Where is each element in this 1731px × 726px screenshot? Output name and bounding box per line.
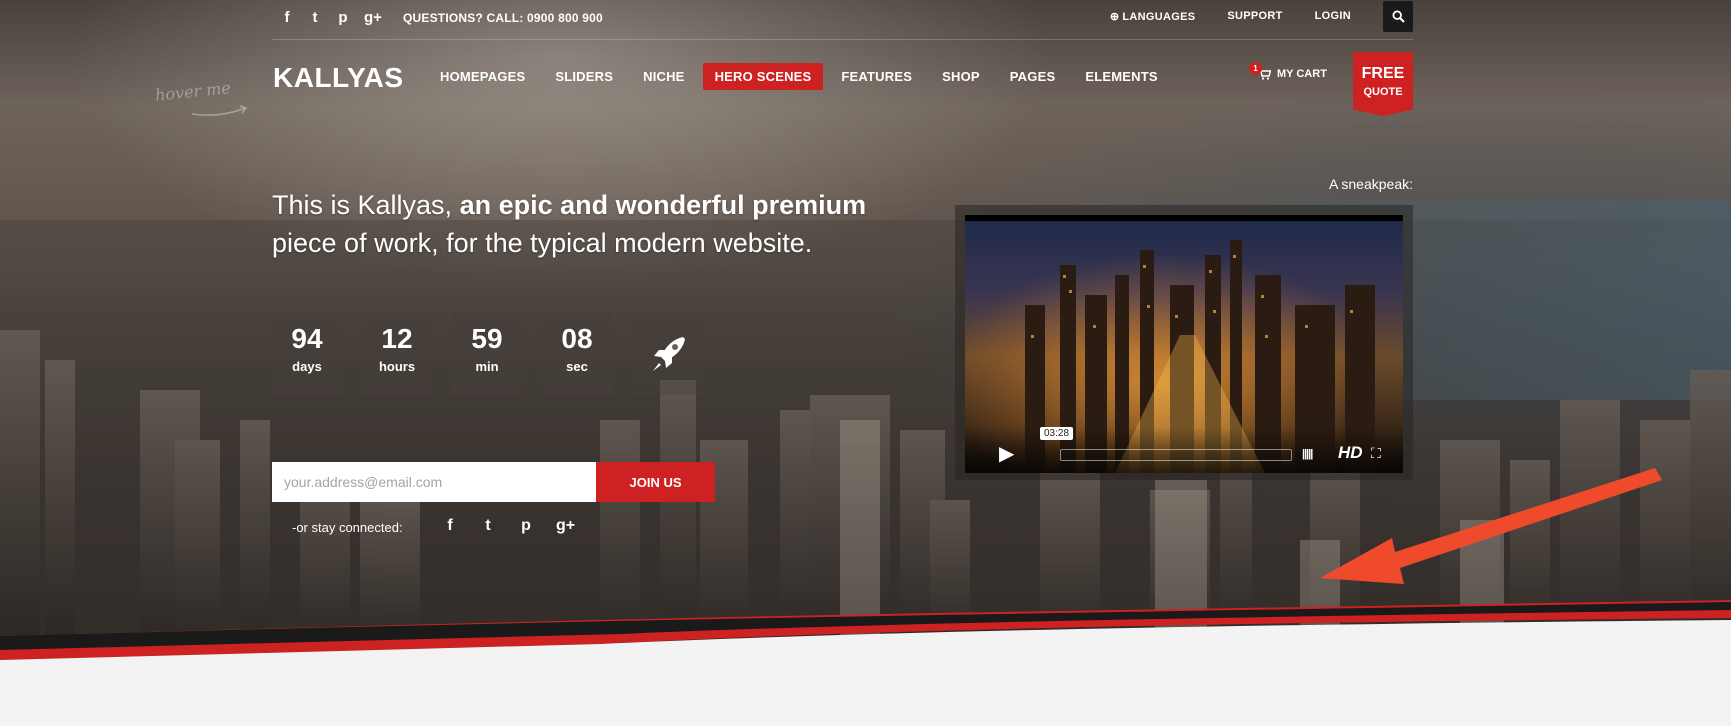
sneakpeak-label: A sneakpeak: xyxy=(1328,176,1413,192)
bottom-social-icons: f t p g+ xyxy=(442,517,575,535)
hero-headline: This is Kallyas, an epic and wonderful p… xyxy=(272,186,912,262)
rocket-icon xyxy=(653,337,685,371)
countdown-label: days xyxy=(292,359,322,374)
languages-link[interactable]: ⊕ LANGUAGES xyxy=(1110,10,1196,23)
search-icon xyxy=(1391,9,1405,23)
countdown-min: 59 min xyxy=(452,313,522,395)
countdown-value: 08 xyxy=(561,323,593,354)
nav-hero-scenes[interactable]: HERO SCENES xyxy=(702,63,824,90)
hover-me-arrow-icon xyxy=(191,105,248,116)
countdown-days: 94 days xyxy=(272,313,342,395)
headline-line2: piece of work, for the typical modern we… xyxy=(272,228,813,258)
top-right-links: ⊕ LANGUAGES SUPPORT LOGIN xyxy=(1110,0,1413,32)
pinterest-icon[interactable]: p xyxy=(518,517,534,535)
search-button[interactable] xyxy=(1383,0,1413,32)
google-plus-icon[interactable]: g+ xyxy=(364,9,382,26)
free-quote-button[interactable]: FREE QUOTE xyxy=(1353,52,1413,116)
email-input[interactable] xyxy=(272,462,596,502)
main-nav: HOMEPAGES SLIDERS NICHE HERO SCENES FEAT… xyxy=(428,63,1176,90)
languages-label: LANGUAGES xyxy=(1122,10,1196,23)
video-time: 03:28 xyxy=(1040,427,1074,440)
countdown-value: 12 xyxy=(381,323,413,354)
facebook-icon[interactable]: f xyxy=(280,9,294,26)
twitter-icon[interactable]: t xyxy=(308,9,322,26)
headline-normal: This is Kallyas, xyxy=(272,190,460,220)
video-player[interactable]: ▶ 03:28 ||||| HD ⛶ xyxy=(965,215,1403,473)
countdown-label: min xyxy=(475,359,499,374)
countdown-hours: 12 hours xyxy=(362,313,432,395)
nav-features[interactable]: FEATURES xyxy=(829,63,924,90)
newsletter-form: JOIN US xyxy=(272,462,715,502)
video-frame: ▶ 03:28 ||||| HD ⛶ xyxy=(955,205,1413,480)
support-link[interactable]: SUPPORT xyxy=(1227,10,1282,22)
nav-sliders[interactable]: SLIDERS xyxy=(543,63,625,90)
nav-elements[interactable]: ELEMENTS xyxy=(1073,63,1169,90)
countdown: 94 days 12 hours 59 min 08 sec xyxy=(272,313,704,395)
countdown-label: sec xyxy=(566,359,588,374)
cart-label: MY CART xyxy=(1277,68,1327,80)
nav-niche[interactable]: NICHE xyxy=(631,63,696,90)
globe-icon: ⊕ xyxy=(1109,10,1120,23)
top-bar: f t p g+ QUESTIONS? CALL: 0900 800 900 ⊕… xyxy=(272,0,1413,40)
cart-count-badge: 1 xyxy=(1249,62,1262,75)
headline-bold: an epic and wonderful premium xyxy=(459,190,867,220)
countdown-value: 94 xyxy=(291,323,323,354)
nav-shop[interactable]: SHOP xyxy=(930,63,992,90)
countdown-value: 59 xyxy=(471,323,503,354)
login-link[interactable]: LOGIN xyxy=(1315,10,1351,22)
questions-call: QUESTIONS? CALL: 0900 800 900 xyxy=(403,11,603,25)
top-social-icons: f t p g+ xyxy=(280,9,382,26)
nav-homepages[interactable]: HOMEPAGES xyxy=(428,63,537,90)
free-quote-top: FREE xyxy=(1361,65,1405,82)
countdown-sec: 08 sec xyxy=(542,313,612,395)
twitter-icon[interactable]: t xyxy=(480,517,496,535)
facebook-icon[interactable]: f xyxy=(442,517,458,535)
hero-bottom-wave xyxy=(0,600,1731,670)
play-icon[interactable]: ▶ xyxy=(999,441,1014,466)
free-quote-bottom: QUOTE xyxy=(1363,86,1403,98)
google-plus-icon[interactable]: g+ xyxy=(556,517,575,535)
countdown-label: hours xyxy=(378,359,416,374)
site-logo[interactable]: KALLYAS xyxy=(273,62,404,94)
red-arrow-annotation-icon xyxy=(1320,468,1662,584)
video-progress-bar[interactable] xyxy=(1060,449,1292,461)
my-cart[interactable]: 1 MY CART xyxy=(1249,62,1327,80)
pinterest-icon[interactable]: p xyxy=(336,9,350,26)
stay-connected-label: -or stay connected: xyxy=(292,520,403,535)
join-us-button[interactable]: JOIN US xyxy=(596,462,715,502)
volume-icon[interactable]: ||||| xyxy=(1302,448,1313,460)
hero-section: f t p g+ QUESTIONS? CALL: 0900 800 900 ⊕… xyxy=(0,0,1731,660)
nav-pages[interactable]: PAGES xyxy=(998,63,1068,90)
rocket-box xyxy=(632,313,704,395)
